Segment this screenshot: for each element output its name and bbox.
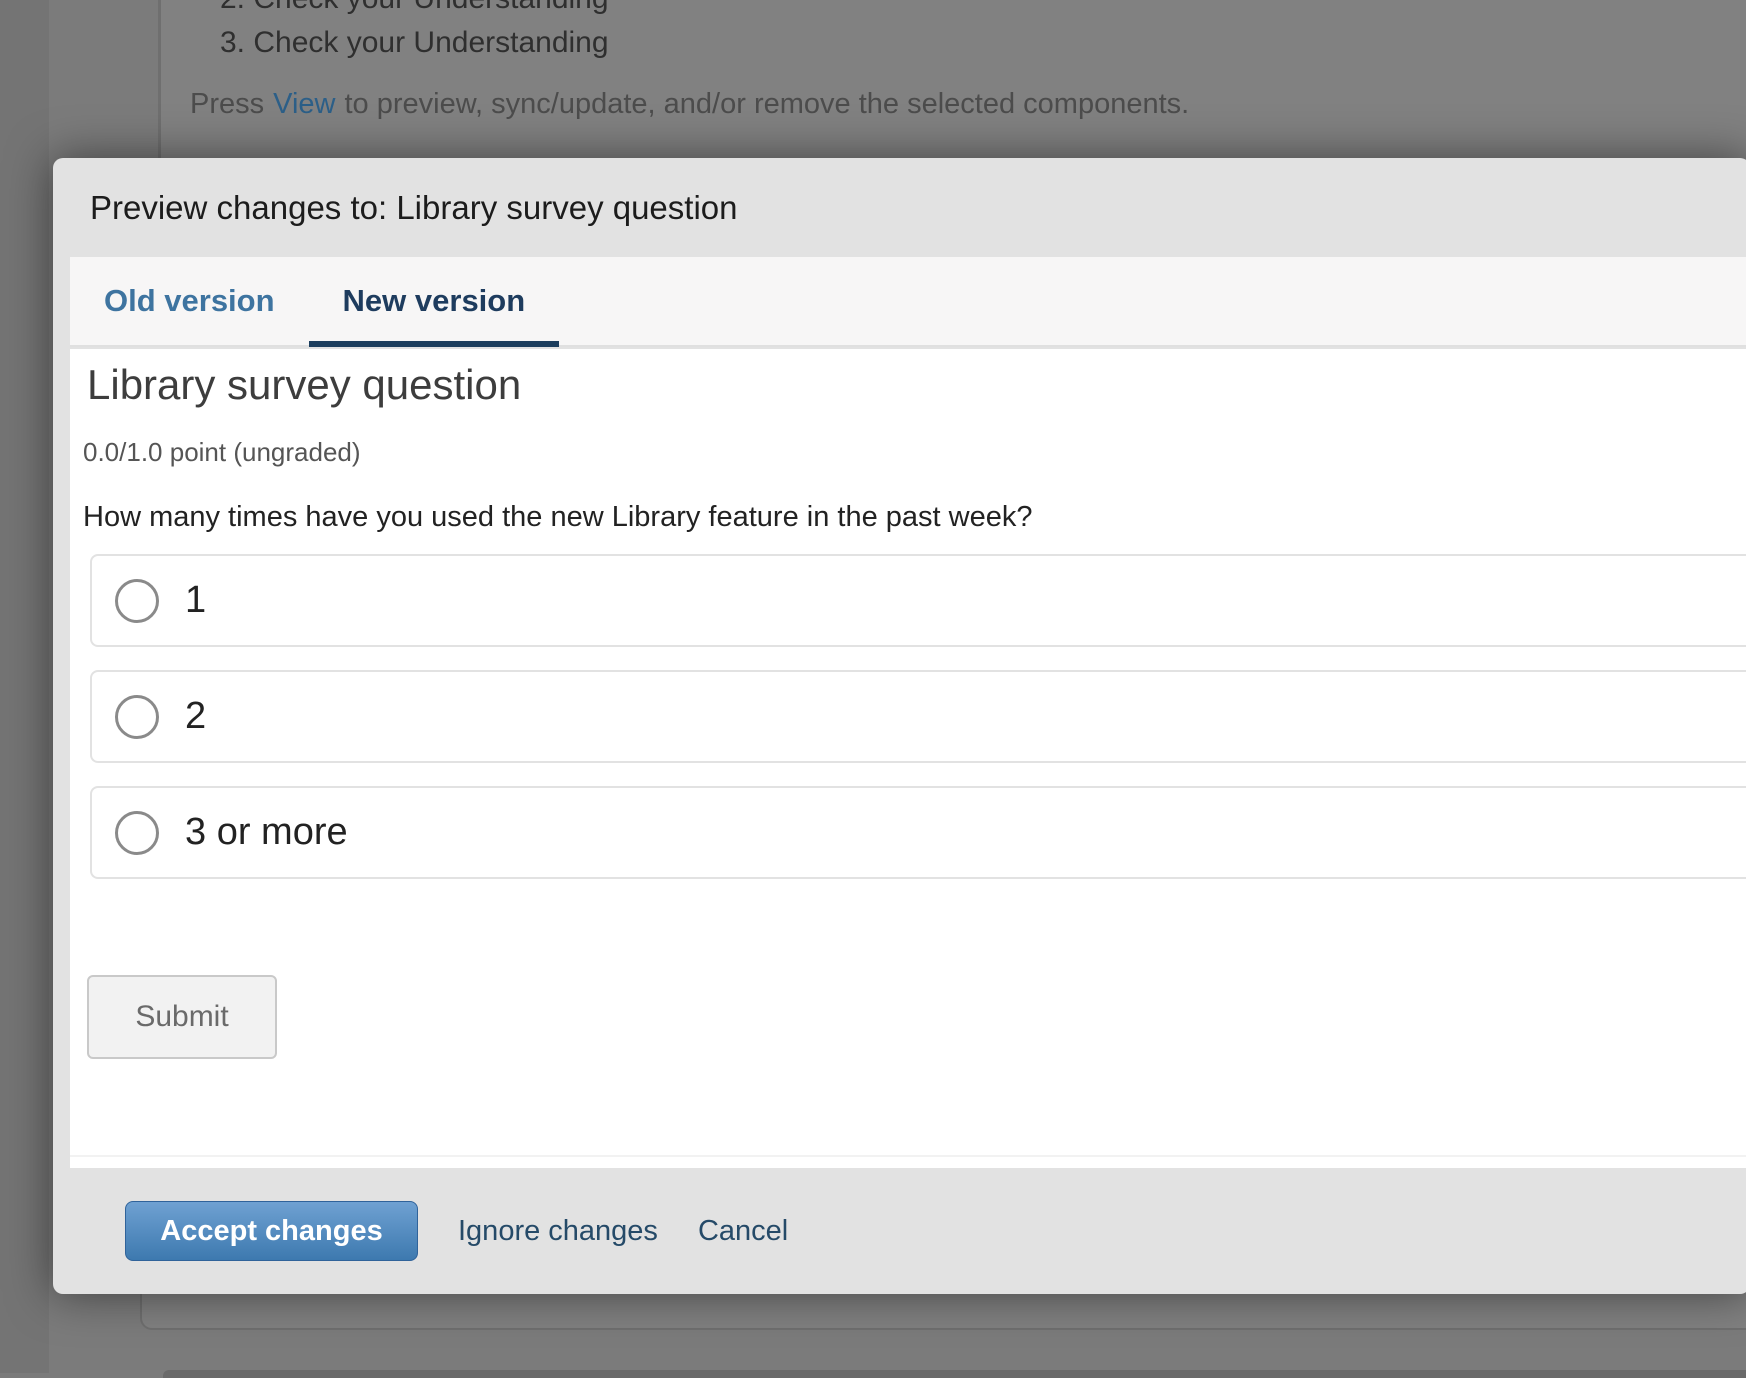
submit-button[interactable]: Submit: [87, 975, 277, 1059]
version-tabbar: Old version New version: [70, 257, 1746, 347]
points-status: 0.0/1.0 point (ungraded): [83, 437, 361, 468]
option-label: 1: [185, 579, 206, 622]
view-link[interactable]: View: [273, 88, 335, 120]
background-next-section-edge: [163, 1370, 1746, 1378]
press-hint-after: to preview, sync/update, and/or remove t…: [344, 88, 1189, 120]
option-row-1[interactable]: 1: [90, 554, 1746, 647]
tab-old-version[interactable]: Old version: [70, 257, 309, 345]
accept-changes-button[interactable]: Accept changes: [125, 1201, 418, 1261]
content-divider: [70, 1155, 1746, 1157]
preview-changes-modal: Preview changes to: Library survey quest…: [53, 158, 1746, 1294]
radio-icon[interactable]: [115, 695, 159, 739]
option-row-2[interactable]: 2: [90, 670, 1746, 763]
outline-list-item: 2. Check your Understanding: [220, 0, 609, 20]
ignore-changes-link[interactable]: Ignore changes: [458, 1215, 658, 1248]
radio-icon[interactable]: [115, 811, 159, 855]
outline-list-item: 3. Check your Understanding: [220, 22, 609, 64]
press-view-hint-text: Press View to preview, sync/update, and/or…: [190, 86, 1189, 122]
background-left-gutter: [0, 0, 49, 1373]
preview-content: Library survey question 0.0/1.0 point (u…: [70, 349, 1746, 1168]
modal-header: Preview changes to: Library survey quest…: [53, 158, 1746, 257]
cancel-link[interactable]: Cancel: [698, 1215, 788, 1248]
press-hint-before: Press: [190, 88, 264, 120]
radio-icon[interactable]: [115, 579, 159, 623]
option-label: 2: [185, 695, 206, 738]
modal-title: Preview changes to: Library survey quest…: [90, 189, 738, 227]
modal-footer: Accept changes Ignore changes Cancel: [53, 1168, 1746, 1294]
option-row-3[interactable]: 3 or more: [90, 786, 1746, 879]
option-label: 3 or more: [185, 811, 348, 854]
problem-heading: Library survey question: [87, 361, 521, 409]
answer-options: 1 2 3 or more: [90, 554, 1746, 902]
tab-new-version[interactable]: New version: [309, 257, 560, 345]
question-prompt: How many times have you used the new Lib…: [83, 501, 1032, 534]
